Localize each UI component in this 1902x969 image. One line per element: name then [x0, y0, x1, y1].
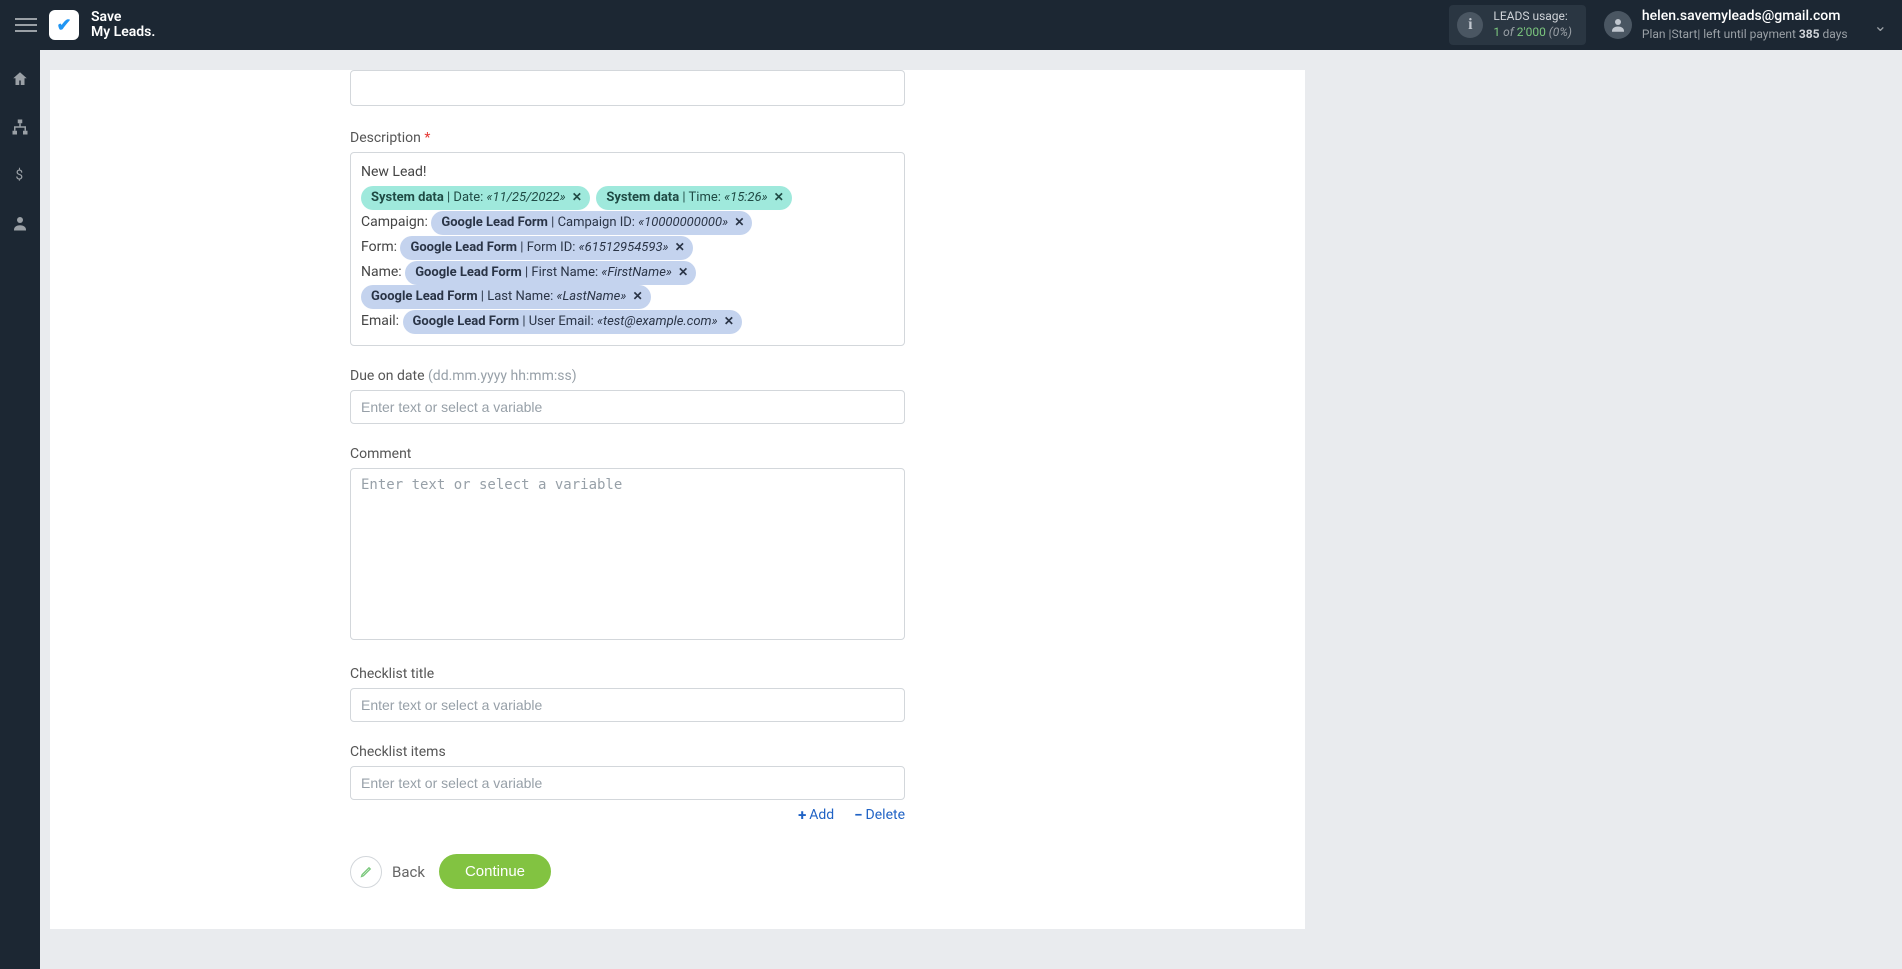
pencil-icon — [359, 864, 374, 879]
user-text: helen.savemyleads@gmail.com Plan |Start|… — [1642, 7, 1848, 42]
comment-input[interactable] — [350, 468, 905, 640]
back-button[interactable] — [350, 856, 382, 888]
sidebar-home-icon[interactable] — [0, 62, 40, 96]
tag-time[interactable]: System data | Time: «15:26» ✕ — [596, 186, 791, 210]
checklist-items-label: Checklist items — [350, 744, 905, 760]
remove-tag-icon[interactable]: ✕ — [572, 190, 582, 204]
checklist-actions: +Add −Delete — [350, 806, 905, 824]
tag-date[interactable]: System data | Date: «11/25/2022» ✕ — [361, 186, 590, 210]
tag-form[interactable]: Google Lead Form | Form ID: «61512954593… — [400, 236, 692, 260]
due-date-input[interactable] — [350, 390, 905, 424]
tag-firstname[interactable]: Google Lead Form | First Name: «FirstNam… — [405, 261, 696, 285]
name-input[interactable] — [350, 70, 905, 106]
footer-buttons: Back Continue — [350, 854, 905, 889]
back-label[interactable]: Back — [392, 863, 425, 881]
form-card: Description * New Lead! System data | Da… — [50, 70, 1305, 929]
svg-text:$: $ — [16, 168, 24, 184]
remove-tag-icon[interactable]: ✕ — [678, 265, 688, 279]
sidebar-account-icon[interactable] — [0, 206, 40, 240]
remove-tag-icon[interactable]: ✕ — [724, 314, 734, 328]
usage-text: LEADS usage: 1 of 2'000 (0%) — [1493, 9, 1572, 40]
checklist-title-label: Checklist title — [350, 666, 905, 682]
app-header: ✔ Save My Leads. i LEADS usage: 1 of 2'0… — [0, 0, 1902, 50]
checklist-item-input[interactable] — [350, 766, 905, 800]
delete-button[interactable]: −Delete — [854, 806, 905, 824]
add-button[interactable]: +Add — [798, 806, 834, 824]
due-date-label: Due on date (dd.mm.yyyy hh:mm:ss) — [350, 368, 905, 384]
main-content: Description * New Lead! System data | Da… — [40, 50, 1902, 969]
header-right: i LEADS usage: 1 of 2'000 (0%) helen.sav… — [1449, 5, 1887, 44]
remove-tag-icon[interactable]: ✕ — [734, 215, 744, 229]
remove-tag-icon[interactable]: ✕ — [675, 240, 685, 254]
minus-icon: − — [854, 806, 862, 824]
tag-email[interactable]: Google Lead Form | User Email: «test@exa… — [403, 310, 742, 334]
logo-icon[interactable]: ✔ — [49, 10, 79, 40]
plus-icon: + — [798, 806, 806, 824]
tag-campaign[interactable]: Google Lead Form | Campaign ID: «1000000… — [431, 211, 752, 235]
leads-usage[interactable]: i LEADS usage: 1 of 2'000 (0%) — [1449, 5, 1586, 44]
info-icon: i — [1457, 12, 1483, 38]
sidebar-billing-icon[interactable]: $ — [0, 158, 40, 192]
user-block[interactable]: helen.savemyleads@gmail.com Plan |Start|… — [1604, 7, 1848, 42]
tag-lastname[interactable]: Google Lead Form | Last Name: «LastName»… — [361, 285, 651, 309]
chevron-down-icon[interactable]: ⌄ — [1874, 16, 1887, 35]
user-avatar-icon — [1604, 11, 1632, 39]
logo-text: Save My Leads. — [91, 10, 155, 41]
hamburger-icon[interactable] — [15, 14, 37, 36]
sidebar-flow-icon[interactable] — [0, 110, 40, 144]
description-label: Description * — [350, 130, 905, 146]
comment-label: Comment — [350, 446, 905, 462]
continue-button[interactable]: Continue — [439, 854, 551, 889]
sidebar: $ — [0, 50, 40, 969]
header-left: ✔ Save My Leads. — [15, 10, 155, 41]
remove-tag-icon[interactable]: ✕ — [633, 289, 643, 303]
new-lead-text: New Lead! — [361, 161, 894, 185]
checklist-title-input[interactable] — [350, 688, 905, 722]
description-input[interactable]: New Lead! System data | Date: «11/25/202… — [350, 152, 905, 346]
remove-tag-icon[interactable]: ✕ — [774, 190, 784, 204]
